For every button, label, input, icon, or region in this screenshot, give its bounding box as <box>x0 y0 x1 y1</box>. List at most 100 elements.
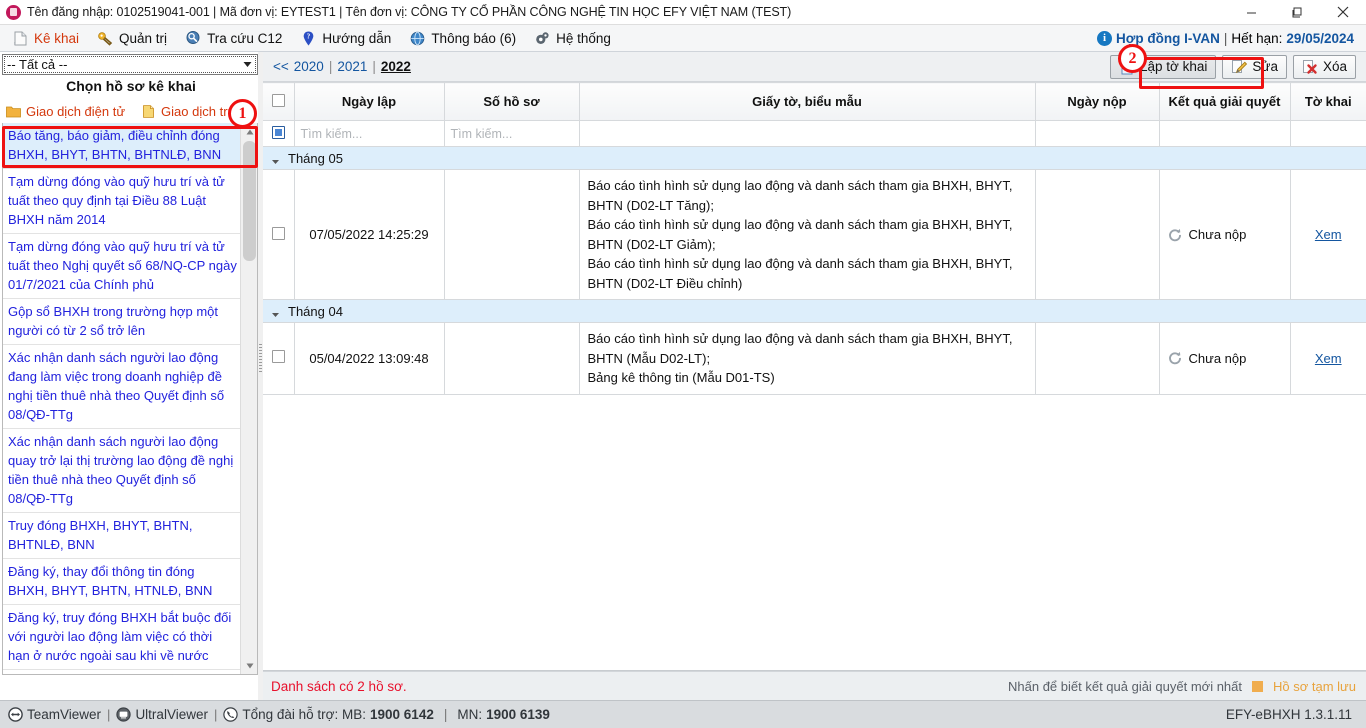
list-item[interactable]: Gộp sổ BHXH trong trường hợp một người c… <box>3 299 242 345</box>
sua-button[interactable]: Sửa <box>1222 54 1287 79</box>
support-mn-label: MN: <box>457 707 483 722</box>
column-header-ngay-lap[interactable]: Ngày lập <box>294 82 445 121</box>
filter-combobox[interactable]: -- Tất cả -- <box>2 54 258 75</box>
refresh-icon[interactable] <box>1168 228 1182 242</box>
select-all-checkbox[interactable] <box>271 93 285 107</box>
list-item[interactable]: Báo tăng, báo giảm, điều chỉnh đóng BHXH… <box>3 123 242 169</box>
annotation-number-1: 1 <box>228 99 257 128</box>
row-checkbox[interactable] <box>271 226 285 240</box>
filter-cell-to-khai[interactable] <box>1290 120 1366 147</box>
ultraviewer-link[interactable]: UltralViewer <box>116 707 208 722</box>
cell-giay-to: Báo cáo tình hình sử dụng lao động và da… <box>579 322 1036 395</box>
scroll-down-icon[interactable] <box>241 657 257 674</box>
filter-combobox-value: -- Tất cả -- <box>7 57 68 72</box>
info-icon: i <box>1097 30 1113 46</box>
list-item[interactable]: Tạm dừng đóng vào quỹ hưu trí và tử tuất… <box>3 234 242 299</box>
filter-cell-so-ho-so[interactable]: Tìm kiếm... <box>444 120 580 147</box>
prev-years-button[interactable]: << <box>273 59 289 74</box>
list-item[interactable]: Tạm dừng đóng vào quỹ hưu trí và tử tuất… <box>3 169 242 234</box>
menu-label: Tra cứu C12 <box>207 30 283 46</box>
view-link[interactable]: Xem <box>1315 351 1342 366</box>
gear-icon <box>534 30 551 47</box>
list-item[interactable]: Xác nhận danh sách người lao động đang l… <box>3 345 242 429</box>
column-header-giay-to[interactable]: Giấy tờ, biểu mẫu <box>579 82 1036 121</box>
chevron-down-icon[interactable] <box>271 154 280 164</box>
row-checkbox-cell[interactable] <box>263 169 295 300</box>
refresh-icon[interactable] <box>1168 351 1182 365</box>
filter-mode-icon[interactable] <box>271 125 285 139</box>
chevron-down-icon[interactable] <box>238 55 257 74</box>
table-row[interactable]: 07/05/2022 14:25:29 Báo cáo tình hình sử… <box>263 169 1366 300</box>
group-row-thang-04[interactable]: Tháng 04 <box>263 299 1366 323</box>
support-info: Tổng đài hỗ trợ: MB: 1900 6142 | MN: 190… <box>223 707 550 722</box>
cell-ket-qua[interactable]: Chưa nộp <box>1159 169 1291 300</box>
close-button[interactable] <box>1320 0 1366 25</box>
list-item[interactable]: Cấp lại sổ BHXH không thay đổi thông tin <box>3 670 242 674</box>
cell-so-ho-so <box>444 322 580 395</box>
maximize-button[interactable] <box>1274 0 1320 25</box>
menu-item-he-thong[interactable]: Hệ thống <box>525 25 620 52</box>
select-all-header[interactable] <box>263 82 295 121</box>
list-item[interactable]: Truy đóng BHXH, BHYT, BHTN, BHTNLĐ, BNN <box>3 513 242 559</box>
column-header-ngay-nop[interactable]: Ngày nộp <box>1035 82 1160 121</box>
column-header-to-khai[interactable]: Tờ khai <box>1290 82 1366 121</box>
cell-giay-to: Báo cáo tình hình sử dụng lao động và da… <box>579 169 1036 300</box>
cell-to-khai[interactable]: Xem <box>1290 322 1366 395</box>
row-checkbox-cell[interactable] <box>263 322 295 395</box>
filter-cell-ngay-nop[interactable] <box>1035 120 1160 147</box>
main-content: << 2020 | 2021 | 2022 Lập tờ khai Sửa Xó… <box>263 52 1366 700</box>
support-phone-mb: 1900 6142 <box>370 707 434 722</box>
teamviewer-icon <box>8 707 23 722</box>
column-header-ket-qua[interactable]: Kết quả giải quyết <box>1159 82 1291 121</box>
teamviewer-link[interactable]: TeamViewer <box>0 707 101 722</box>
group-row-thang-05[interactable]: Tháng 05 <box>263 146 1366 170</box>
filter-cell-ket-qua[interactable] <box>1159 120 1291 147</box>
action-buttons: Lập tờ khai Sửa Xóa <box>1110 54 1366 79</box>
edit-pencil-icon <box>1231 59 1248 75</box>
menu-item-ke-khai[interactable]: Kê khai <box>0 25 88 52</box>
list-scrollbar[interactable] <box>240 123 257 674</box>
grid-status-bar: Danh sách có 2 hồ sơ. Nhấn để biết kết q… <box>263 671 1366 700</box>
year-tabs: << 2020 | 2021 | 2022 <box>263 59 411 74</box>
tab-label: Giao dịch điện tử <box>26 103 126 119</box>
declaration-list[interactable]: Báo tăng, báo giảm, điều chỉnh đóng BHXH… <box>2 123 258 675</box>
cell-ket-qua[interactable]: Chưa nộp <box>1159 322 1291 395</box>
year-tab-2020[interactable]: 2020 <box>294 59 324 74</box>
menu-label: Thông báo (6) <box>431 30 517 46</box>
row-checkbox[interactable] <box>271 350 285 364</box>
search-input-ngay-lap[interactable]: Tìm kiếm... <box>301 127 363 141</box>
filter-cell-ngay-lap[interactable]: Tìm kiếm... <box>294 120 445 147</box>
filter-mode-cell[interactable] <box>263 120 295 147</box>
menu-item-thong-bao[interactable]: Thông báo (6) <box>400 25 525 52</box>
minimize-button[interactable] <box>1228 0 1274 25</box>
list-item[interactable]: Đăng ký, truy đóng BHXH bắt buộc đối với… <box>3 605 242 670</box>
cell-to-khai[interactable]: Xem <box>1290 169 1366 300</box>
tab-giao-dich-dien-tu[interactable]: Giao dịch điện tử <box>0 104 125 119</box>
expiry-label: Hết hạn: <box>1231 30 1283 46</box>
list-item[interactable]: Xác nhận danh sách người lao động quay t… <box>3 429 242 513</box>
search-input-so-ho-so[interactable]: Tìm kiếm... <box>451 127 513 141</box>
menu-item-quan-tri[interactable]: Quản trị <box>88 25 176 52</box>
bb-separator: | <box>443 707 448 722</box>
cell-ngay-lap: 05/04/2022 13:09:48 <box>294 322 445 395</box>
menu-item-huong-dan[interactable]: ? Hướng dẫn <box>291 25 400 52</box>
cell-ngay-nop <box>1035 169 1160 300</box>
menu-item-tra-cuu-c12[interactable]: Tra cứu C12 <box>176 25 291 52</box>
chevron-down-icon[interactable] <box>271 307 280 317</box>
sidebar-panel: -- Tất cả -- Chọn hồ sơ kê khai Giao dịc… <box>0 52 262 700</box>
splitter-grip[interactable] <box>259 344 262 374</box>
list-item[interactable]: Đăng ký, thay đổi thông tin đóng BHXH, B… <box>3 559 242 605</box>
support-phone-mn: 1900 6139 <box>486 707 550 722</box>
button-label: Xóa <box>1322 59 1347 74</box>
xoa-button[interactable]: Xóa <box>1292 54 1356 79</box>
year-tab-2022[interactable]: 2022 <box>381 59 411 74</box>
column-header-so-ho-so[interactable]: Số hồ sơ <box>444 82 580 121</box>
table-row[interactable]: 05/04/2022 13:09:48 Báo cáo tình hình sử… <box>263 322 1366 395</box>
filter-cell-giay-to[interactable] <box>579 120 1036 147</box>
declarations-table: Ngày lập Số hồ sơ Giấy tờ, biểu mẫu Ngày… <box>263 82 1366 395</box>
bell-globe-icon <box>409 30 426 47</box>
scrollbar-thumb[interactable] <box>243 141 256 261</box>
year-tab-2021[interactable]: 2021 <box>337 59 367 74</box>
view-link[interactable]: Xem <box>1315 227 1342 242</box>
bb-separator: | <box>107 707 111 722</box>
